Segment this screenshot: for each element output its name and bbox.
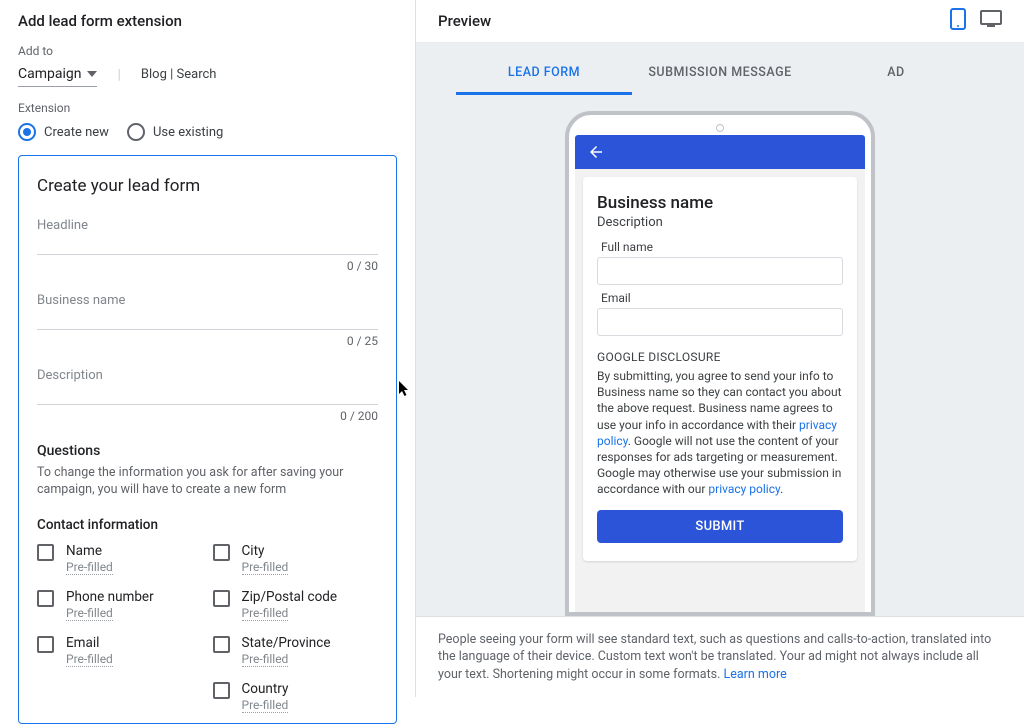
radio-label: Create new [44, 125, 109, 140]
learn-more-link[interactable]: Learn more [724, 667, 787, 682]
headline-field[interactable]: Headline 0 / 30 [37, 218, 378, 273]
questions-hint: To change the information you ask for af… [37, 465, 378, 499]
add-to-row: Campaign | Blog | Search [18, 62, 397, 87]
mobile-icon[interactable] [950, 8, 966, 34]
checkbox-icon [37, 590, 54, 607]
checkbox-icon [213, 682, 230, 699]
prefilled-hint: Pre-filled [242, 560, 289, 575]
disclosure-text: By submitting, you agree to send your in… [597, 368, 843, 498]
char-counter: 0 / 25 [37, 334, 378, 348]
radio-label: Use existing [153, 125, 223, 140]
phone-frame: Business name Description Full name Emai… [565, 111, 875, 616]
form-preview-card: Business name Description Full name Emai… [583, 177, 857, 561]
campaign-select[interactable]: Campaign [18, 62, 97, 87]
contact-info-heading: Contact information [37, 517, 378, 533]
preview-description: Description [597, 215, 843, 230]
preview-email-input [597, 308, 843, 336]
checkbox-email[interactable]: Email Pre-filled [37, 635, 203, 667]
radio-use-existing[interactable]: Use existing [127, 123, 223, 141]
page-title: Add lead form extension [18, 12, 397, 30]
divider: | [117, 67, 120, 83]
desktop-icon[interactable] [980, 10, 1002, 32]
add-to-label: Add to [18, 44, 397, 58]
extension-radio-group: Create new Use existing [18, 123, 397, 141]
radio-create-new[interactable]: Create new [18, 123, 109, 141]
checkbox-label: Name [66, 543, 113, 559]
preview-fullname-label: Full name [601, 240, 843, 254]
checkbox-city[interactable]: City Pre-filled [213, 543, 379, 575]
checkbox-icon [213, 544, 230, 561]
phone-preview-wrap: Business name Description Full name Emai… [416, 95, 1024, 616]
field-label: Description [37, 368, 378, 383]
back-arrow-icon [587, 143, 605, 161]
checkbox-icon [37, 544, 54, 561]
device-toggle [950, 8, 1002, 34]
checkbox-zip[interactable]: Zip/Postal code Pre-filled [213, 589, 379, 621]
prefilled-hint: Pre-filled [66, 560, 113, 575]
phone-topbar [575, 135, 865, 169]
preview-title: Preview [438, 12, 950, 30]
char-counter: 0 / 200 [37, 409, 378, 423]
form-card-title: Create your lead form [37, 176, 378, 196]
checkbox-icon [213, 590, 230, 607]
field-label: Business name [37, 293, 378, 308]
campaign-select-label: Campaign [18, 66, 81, 82]
checkbox-label: Phone number [66, 589, 154, 605]
preview-panel: Preview LEAD FORM SUBMISSION MESSAGE AD [415, 0, 1024, 697]
lead-form-card: Create your lead form Headline 0 / 30 Bu… [18, 155, 397, 724]
chevron-down-icon [87, 71, 97, 77]
preview-tabs: LEAD FORM SUBMISSION MESSAGE AD [456, 57, 984, 95]
radio-icon [127, 123, 145, 141]
phone-content: Business name Description Full name Emai… [575, 169, 865, 612]
field-label: Headline [37, 218, 378, 233]
preview-business-name: Business name [597, 193, 843, 213]
checkbox-phone[interactable]: Phone number Pre-filled [37, 589, 203, 621]
preview-submit-button: SUBMIT [597, 510, 843, 543]
prefilled-hint: Pre-filled [242, 698, 289, 713]
checkbox-label: City [242, 543, 289, 559]
extension-label: Extension [18, 101, 397, 115]
preview-body: LEAD FORM SUBMISSION MESSAGE AD Business… [416, 43, 1024, 616]
tab-lead-form[interactable]: LEAD FORM [456, 57, 632, 95]
preview-header: Preview [416, 0, 1024, 43]
disclosure-heading: GOOGLE DISCLOSURE [597, 350, 843, 364]
prefilled-hint: Pre-filled [66, 652, 113, 667]
prefilled-hint: Pre-filled [242, 606, 289, 621]
preview-fullname-input [597, 257, 843, 285]
checkbox-icon [213, 636, 230, 653]
tab-submission-message[interactable]: SUBMISSION MESSAGE [632, 57, 808, 95]
checkbox-label: Zip/Postal code [242, 589, 338, 605]
questions-heading: Questions [37, 443, 378, 459]
contact-grid: Name Pre-filled Phone number Pre-filled … [37, 543, 378, 713]
campaign-value: Blog | Search [141, 67, 217, 82]
prefilled-hint: Pre-filled [242, 652, 289, 667]
prefilled-hint: Pre-filled [66, 606, 113, 621]
description-field[interactable]: Description 0 / 200 [37, 368, 378, 423]
footer-note: People seeing your form will see standar… [416, 616, 1024, 698]
checkbox-label: State/Province [242, 635, 331, 651]
tab-ad[interactable]: AD [808, 57, 984, 95]
checkbox-state[interactable]: State/Province Pre-filled [213, 635, 379, 667]
editor-panel: Add lead form extension Add to Campaign … [0, 0, 415, 697]
checkbox-name[interactable]: Name Pre-filled [37, 543, 203, 575]
radio-icon [18, 123, 36, 141]
char-counter: 0 / 30 [37, 259, 378, 273]
checkbox-label: Country [242, 681, 289, 697]
checkbox-icon [37, 636, 54, 653]
preview-email-label: Email [601, 291, 843, 305]
checkbox-label: Email [66, 635, 113, 651]
privacy-policy-link: privacy policy [708, 482, 780, 496]
business-name-field[interactable]: Business name 0 / 25 [37, 293, 378, 348]
phone-notch [575, 121, 865, 135]
